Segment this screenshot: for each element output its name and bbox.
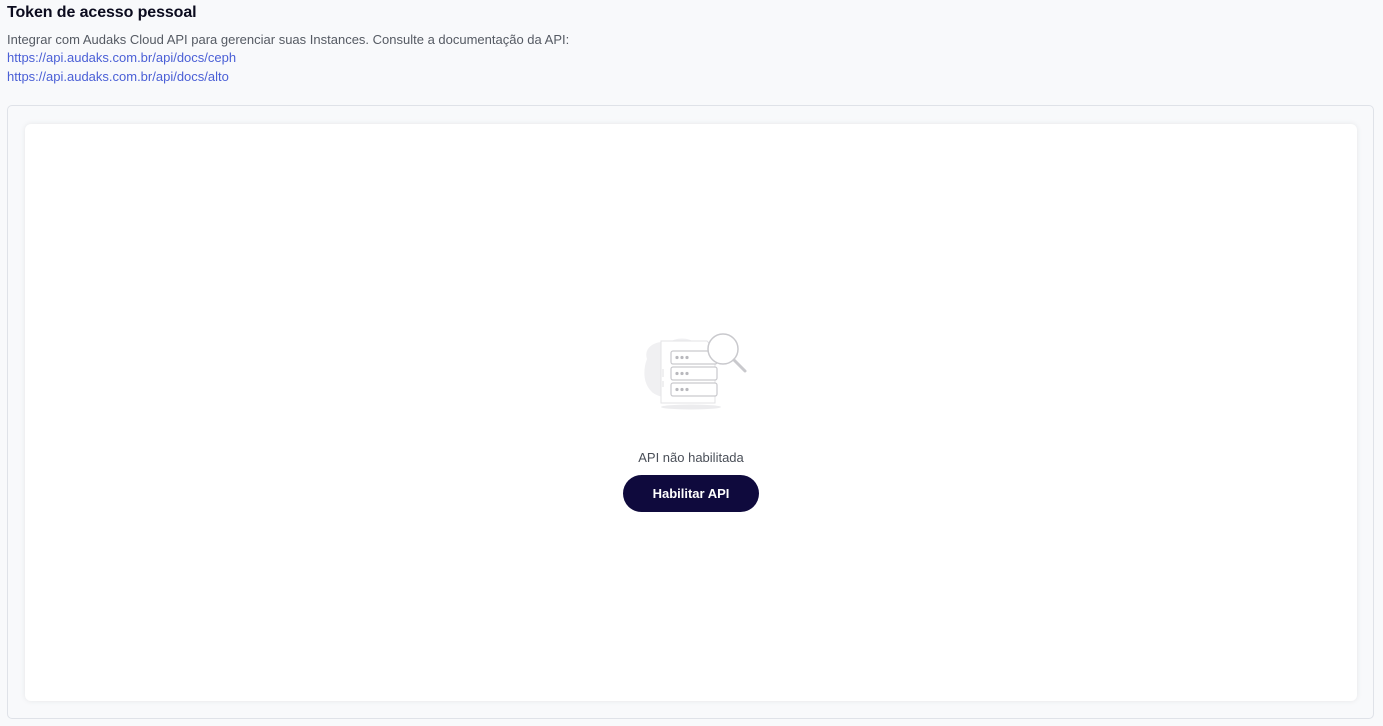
page-title: Token de acesso pessoal	[7, 4, 197, 21]
docs-link-alto[interactable]: https://api.audaks.com.br/api/docs/alto	[7, 67, 569, 86]
empty-state: API não habilitada Habilitar API	[25, 124, 1357, 701]
empty-state-message: API não habilitada	[638, 450, 744, 465]
page: Token de acesso pessoal Integrar com Aud…	[0, 0, 1383, 726]
api-token-panel: API não habilitada Habilitar API	[7, 105, 1374, 719]
enable-api-button[interactable]: Habilitar API	[623, 475, 759, 512]
page-header: Token de acesso pessoal Integrar com Aud…	[7, 3, 569, 86]
page-description: Integrar com Audaks Cloud API para geren…	[7, 32, 570, 47]
api-token-card: API não habilitada Habilitar API	[25, 124, 1357, 701]
docs-link-ceph[interactable]: https://api.audaks.com.br/api/docs/ceph	[7, 48, 569, 67]
server-search-icon	[639, 329, 751, 413]
